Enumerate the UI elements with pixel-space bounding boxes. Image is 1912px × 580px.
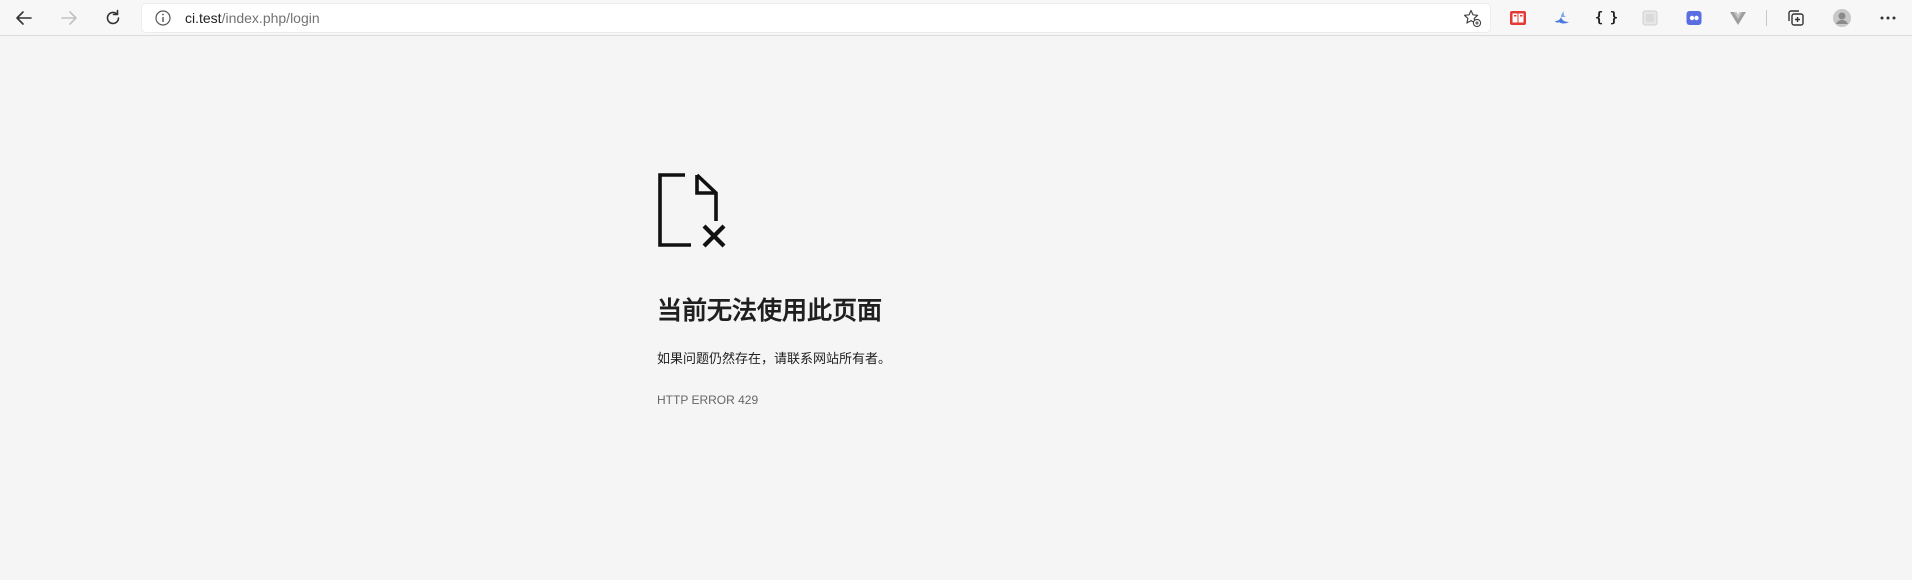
fehelper-extension-button[interactable] bbox=[1506, 6, 1530, 30]
grey-square-extension-icon bbox=[1642, 10, 1658, 26]
profile-button[interactable] bbox=[1830, 6, 1854, 30]
vue-devtools-extension-icon bbox=[1730, 12, 1746, 25]
url-text[interactable]: ci.test/index.php/login bbox=[185, 10, 320, 26]
address-bar[interactable]: ci.test/index.php/login bbox=[142, 4, 1490, 32]
avatar-icon bbox=[1833, 9, 1851, 27]
error-content: 当前无法使用此页面 如果问题仍然存在，请联系网站所有者。 HTTP ERROR … bbox=[657, 172, 1357, 408]
json-braces-extension-button[interactable]: { } bbox=[1594, 6, 1618, 30]
collections-button[interactable] bbox=[1784, 6, 1808, 30]
arrow-left-icon bbox=[16, 11, 32, 25]
json-braces-extension-icon: { } bbox=[1594, 10, 1618, 26]
fehelper-extension-icon bbox=[1510, 11, 1526, 25]
bird-extension-icon bbox=[1555, 11, 1569, 24]
toolbar-separator bbox=[1766, 10, 1767, 26]
refresh-button[interactable] bbox=[99, 4, 127, 32]
arrow-right-icon bbox=[61, 11, 77, 25]
purple-extension-button[interactable] bbox=[1682, 6, 1706, 30]
more-options-button[interactable] bbox=[1876, 6, 1900, 30]
more-horizontal-icon bbox=[1880, 16, 1896, 20]
forward-button[interactable] bbox=[55, 4, 83, 32]
grey-square-extension-button[interactable] bbox=[1638, 6, 1662, 30]
url-host: ci.test bbox=[185, 10, 222, 26]
collections-icon bbox=[1788, 10, 1804, 26]
info-icon[interactable] bbox=[154, 9, 172, 27]
error-message: 如果问题仍然存在，请联系网站所有者。 bbox=[657, 351, 892, 366]
purple-extension-icon bbox=[1686, 11, 1702, 25]
broken-document-icon bbox=[658, 173, 726, 248]
refresh-icon bbox=[106, 9, 120, 25]
url-path: /index.php/login bbox=[221, 10, 320, 26]
error-title: 当前无法使用此页面 bbox=[657, 297, 883, 325]
add-favorite-icon[interactable] bbox=[1462, 8, 1482, 28]
error-code: HTTP ERROR 429 bbox=[657, 393, 759, 407]
browser-toolbar: ci.test/index.php/login { } bbox=[0, 0, 1912, 36]
back-button[interactable] bbox=[10, 4, 38, 32]
bird-extension-button[interactable] bbox=[1550, 6, 1574, 30]
vue-devtools-extension-button[interactable] bbox=[1726, 6, 1750, 30]
